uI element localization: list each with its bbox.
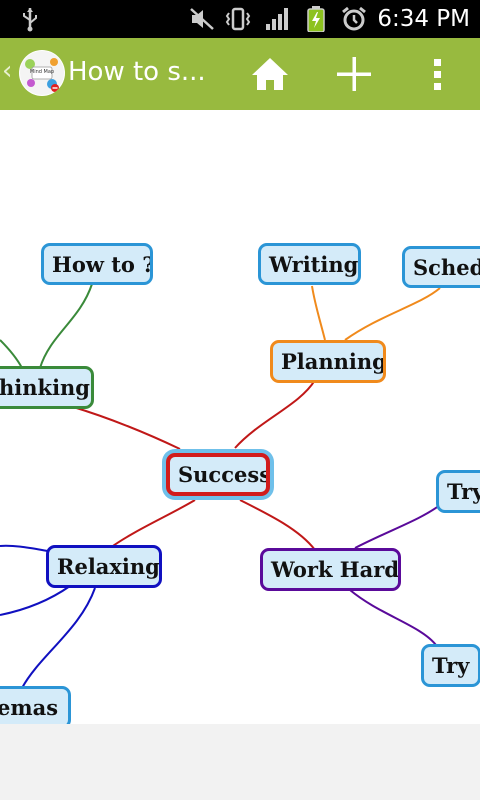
mindmap-links	[0, 283, 441, 689]
link-thinking-howto	[39, 283, 93, 369]
home-button[interactable]	[244, 50, 296, 98]
overflow-menu-icon	[434, 59, 441, 90]
home-icon	[252, 58, 288, 90]
link-success-thinking	[69, 405, 181, 450]
node-try-2[interactable]: Try	[421, 644, 480, 687]
link-success-relaxing	[109, 499, 196, 549]
node-label: Work Hard	[271, 557, 399, 582]
node-schedule[interactable]: Schedu	[402, 246, 480, 288]
battery-charging-icon	[307, 6, 325, 32]
node-writing[interactable]: Writing	[258, 243, 361, 285]
usb-icon	[23, 8, 37, 32]
alarm-icon	[342, 6, 366, 31]
node-label: emas	[0, 695, 59, 720]
node-label: hinking	[0, 375, 90, 400]
node-relaxing[interactable]: Relaxing	[46, 545, 162, 588]
node-label: Writing	[269, 251, 359, 277]
status-bar: 6:34 PM	[0, 0, 480, 38]
signal-icon	[266, 8, 288, 30]
page-title: How to s...	[68, 57, 206, 87]
node-label: Planning	[281, 349, 386, 374]
node-planning[interactable]: Planning	[270, 340, 386, 383]
node-try-1[interactable]: Try	[436, 470, 480, 513]
overflow-menu-button[interactable]	[412, 50, 464, 98]
logo-text: Mind Map	[30, 69, 54, 75]
node-how-to[interactable]: How to ?	[41, 243, 153, 285]
add-icon	[337, 57, 371, 91]
node-label: Relaxing	[57, 554, 160, 579]
link-success-planning	[234, 379, 316, 449]
status-time: 6:34 PM	[377, 6, 470, 32]
node-label: Success	[178, 462, 270, 487]
mind-map-logo-icon: Mind Map	[20, 51, 64, 95]
link-relaxing-offscreen-2	[0, 585, 71, 616]
mindmap-canvas[interactable]: How to ? Writing Schedu Planning hinking…	[0, 110, 480, 724]
app-logo[interactable]: Mind Map	[19, 50, 65, 96]
link-planning-schedule	[344, 287, 441, 341]
node-label: Try	[432, 653, 470, 678]
mute-icon	[190, 8, 214, 30]
node-success-center[interactable]: Success	[166, 453, 270, 496]
link-success-workhard	[239, 499, 316, 551]
node-work-hard[interactable]: Work Hard	[260, 548, 401, 591]
vibrate-icon	[225, 7, 251, 31]
link-workhard-try2	[349, 589, 437, 646]
add-button[interactable]	[328, 50, 380, 98]
link-planning-writing	[311, 285, 326, 341]
node-label: Schedu	[413, 254, 480, 280]
link-workhard-try1	[354, 504, 441, 549]
node-thinking[interactable]: hinking	[0, 366, 94, 409]
back-chevron-icon[interactable]: ‹	[2, 56, 12, 86]
node-cinemas[interactable]: emas	[0, 686, 71, 724]
node-label: Try	[447, 479, 480, 504]
link-thinking-offscreen	[0, 339, 23, 369]
link-relaxing-offscreen-1	[0, 544, 49, 552]
bottom-area	[0, 724, 480, 800]
action-bar: ‹ Mind Map How to s...	[0, 38, 480, 110]
node-label: How to ?	[52, 251, 153, 277]
link-relaxing-cinemas	[21, 587, 96, 689]
